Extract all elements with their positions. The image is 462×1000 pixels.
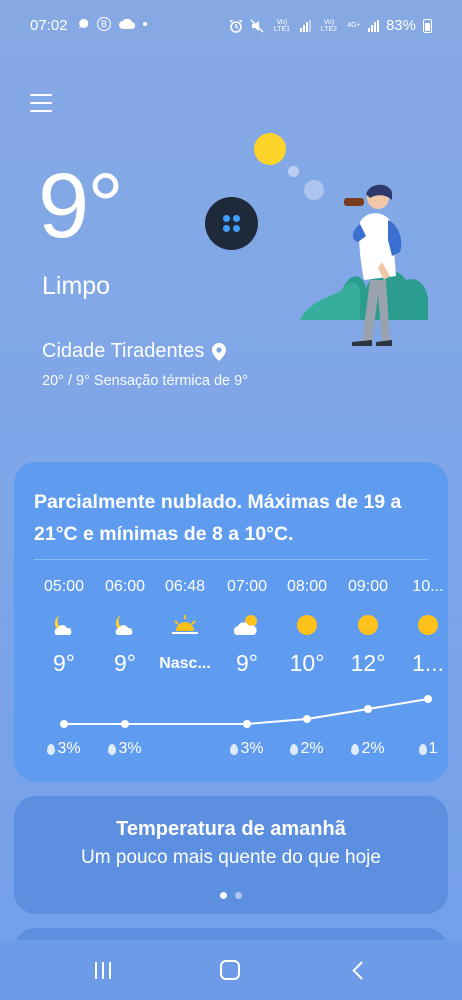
b-badge-icon: B [97,17,111,31]
hour-time: 05:00 [43,578,85,595]
more-notifications-icon [143,22,147,26]
floating-action-button[interactable] [205,197,258,250]
city-name: Cidade Tiradentes [42,340,205,362]
recent-apps-button[interactable] [94,961,111,979]
precipitation-chance: 2% [272,740,342,758]
raindrop-icon [230,743,239,755]
temperature-point [364,705,372,713]
precipitation-chance: 1 [393,740,448,758]
menu-button[interactable] [30,94,52,114]
current-condition: Limpo [42,272,111,300]
precipitation-chance: 3% [29,740,99,758]
raindrop-icon [351,743,360,755]
min-max-feels-like: 20° / 9° Sensação térmica de 9° [42,373,249,389]
signal-2-icon [367,19,379,32]
moon-partly-cloudy-icon [29,608,99,642]
raindrop-icon [47,743,56,755]
temperature-line [64,698,429,725]
page-indicator [14,892,448,899]
hour-temperature: Nasc... [159,655,211,672]
location-pin-icon [212,342,227,361]
temperature-point [121,720,129,728]
hour-item: 05:00 9° 3% [29,578,99,757]
forecast-summary: Parcialmente nublado. Máximas de 19 a 21… [34,491,402,545]
temperature-point [424,695,432,703]
hour-temperature: 1... [412,650,444,676]
raindrop-icon [290,743,299,755]
temperature-point [60,720,68,728]
sun-icon [272,608,342,642]
hourly-forecast-card[interactable]: Parcialmente nublado. Máximas de 19 a 21… [14,462,448,782]
mute-icon [250,18,264,33]
page-dot [235,892,242,899]
tomorrow-title: Temperatura de amanhã [116,818,346,840]
hour-time: 06:48 [164,578,206,595]
precipitation-value: 2% [361,740,385,757]
precipitation-value: 1 [428,740,438,757]
hour-temperature: 10° [289,650,325,676]
network-type: 4G+ [347,22,361,29]
raindrop-icon [108,743,117,755]
system-icons: Vo) LTE1 Vo) LTE2 4G+ 83% [229,17,432,34]
precipitation-chance: 3% [90,740,160,758]
sun-icon [393,608,448,642]
tomorrow-text: Um pouco mais quente do que hoje [81,847,381,868]
status-time: 07:02 [30,17,68,34]
cloud-notification-icon [119,19,135,29]
battery-percent: 83% [385,17,416,34]
home-button[interactable] [219,960,240,980]
signal-1-icon [299,19,311,32]
hour-time: 10... [412,578,444,595]
divider [34,559,428,560]
precipitation-value: 3% [57,740,81,757]
battery-icon [423,18,432,33]
location[interactable]: Cidade Tiradentes [42,340,227,363]
current-temperature: 9° [38,155,124,257]
chat-icon [79,18,89,29]
temperature-point [243,720,251,728]
hour-item: 06:48 Nasc... [150,578,220,678]
precipitation-value: 3% [240,740,264,757]
back-button[interactable] [351,960,371,980]
tomorrow-card[interactable]: Temperatura de amanhã Um pouco mais quen… [14,796,448,914]
person-drinking-illustration [300,184,428,346]
bubble-decoration [288,166,299,177]
hour-item: 10... 1... 1 [393,578,448,757]
hour-item: 08:00 10° 2% [272,578,342,757]
hour-time: 08:00 [286,578,328,595]
raindrop-icon [418,743,427,755]
status-bar: 07:02 B Vo) LTE1 Vo) LTE2 4G+ 83% [0,0,462,54]
page-dot-active [220,892,227,899]
sunrise-icon [150,608,220,642]
alarm-icon [229,18,243,33]
hour-temperature: 9° [53,650,75,676]
apps-grid-icon [223,215,240,232]
hourly-forecast-list[interactable]: 05:00 9° 3% 06:00 9° 3% 06:48 Nasc... 07:00 9° 3% 0… [14,578,448,778]
navigation-bar [0,940,462,1000]
temperature-point [303,715,311,723]
notification-icons: B [78,17,147,31]
sim2-label: Vo) LTE2 [320,18,338,33]
sim1-label: Vo) LTE1 [273,18,291,33]
sun-illustration [254,133,286,165]
precipitation-value: 2% [300,740,324,757]
precipitation-value: 3% [118,740,142,757]
